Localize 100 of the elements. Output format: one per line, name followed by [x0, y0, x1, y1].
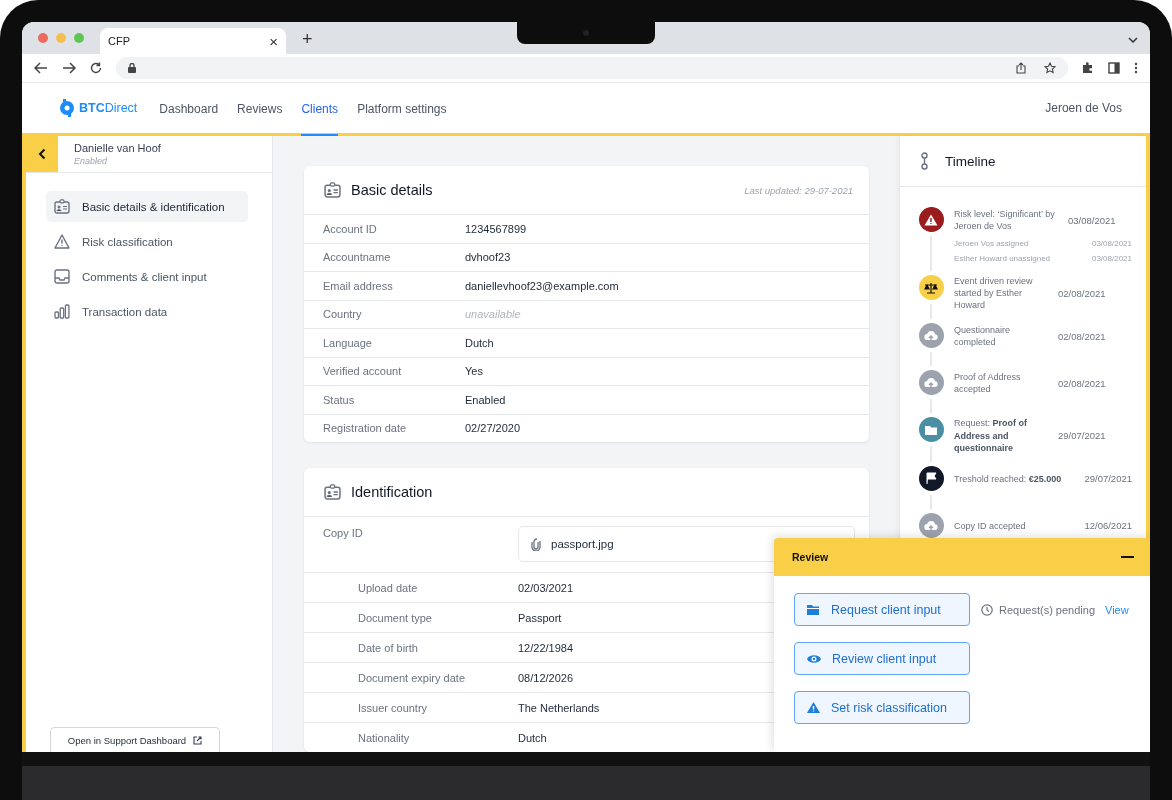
- event-text: Treshold reached: €25.000: [954, 472, 1063, 485]
- field-value: Dutch: [518, 731, 547, 744]
- tab-title: CFP: [108, 35, 130, 47]
- sidebar-item[interactable]: Basic details & identification: [46, 191, 248, 222]
- browser-tab[interactable]: CFP ×: [100, 28, 286, 54]
- field-label: Country: [323, 308, 363, 321]
- sidebar-item[interactable]: Comments & client input: [46, 261, 248, 292]
- event-date: 02/08/2021: [1058, 330, 1106, 342]
- side-panel-icon[interactable]: [1108, 62, 1120, 74]
- lock-icon: [128, 63, 136, 73]
- review-action-button[interactable]: Review client input: [794, 642, 970, 675]
- timeline-icon: [920, 152, 929, 170]
- id-card-icon: [54, 199, 70, 214]
- share-icon[interactable]: [1016, 62, 1026, 74]
- sidebar-item-label: Risk classification: [82, 235, 173, 248]
- warning-icon: [807, 702, 820, 713]
- menu-icon[interactable]: [1134, 62, 1138, 74]
- sidebar-item-label: Transaction data: [82, 305, 168, 318]
- reload-icon[interactable]: [90, 62, 102, 74]
- client-status: Enabled: [74, 156, 109, 166]
- field-value: daniellevhoof23@example.com: [465, 279, 619, 292]
- new-tab-button[interactable]: +: [302, 29, 313, 50]
- event-date: 03/08/2021: [1068, 214, 1116, 226]
- field-label: Email address: [323, 279, 394, 292]
- card-title: Basic details: [351, 182, 433, 198]
- field-value: unavailable: [465, 308, 521, 321]
- logo-icon: [58, 98, 76, 118]
- event-date: 12/06/2021: [1084, 520, 1132, 532]
- clock-icon: [981, 603, 993, 616]
- folder-icon: [807, 604, 820, 615]
- event-text: Proof of Address accepted: [954, 371, 1022, 396]
- field-label: Date of birth: [358, 641, 419, 654]
- event-date: 29/07/2021: [1084, 473, 1132, 485]
- review-action-button[interactable]: Request client input: [794, 593, 970, 626]
- event-date: 02/08/2021: [1058, 377, 1106, 389]
- nav-tab[interactable]: Dashboard: [159, 83, 219, 136]
- field-value: 02/27/2020: [465, 422, 521, 435]
- eye-icon: [807, 653, 821, 664]
- back-button[interactable]: [26, 136, 58, 172]
- field-value: 1234567899: [465, 222, 527, 235]
- brand-name[interactable]: BTCDirect: [79, 101, 138, 115]
- field-label: Language: [323, 336, 373, 349]
- event-text: Questionnaire completed: [954, 324, 1012, 349]
- event-text: Event driven review started by Esther Howard: [954, 275, 1034, 312]
- chevron-left-icon: [38, 148, 46, 160]
- field-label: Nationality: [358, 731, 411, 744]
- event-subtext: Jeroen Vos assigned: [954, 239, 1029, 248]
- star-icon[interactable]: [1044, 62, 1056, 74]
- client-name: Danielle van Hoof: [74, 142, 161, 154]
- view-link[interactable]: View: [1105, 603, 1129, 616]
- card-title: Identification: [351, 484, 433, 500]
- event-subtext: Esther Howard unassigned: [954, 254, 1051, 263]
- field-label: Document type: [358, 611, 433, 624]
- forward-icon[interactable]: [62, 62, 76, 74]
- field-label: Copy ID: [323, 527, 364, 539]
- event-text: Copy ID accepted: [954, 519, 1027, 532]
- event-text: Request: Proof of Address and questionnaire: [954, 417, 1029, 454]
- field-value: 08/12/2026: [518, 671, 574, 684]
- field-label: Accountname: [323, 251, 392, 264]
- field-label: Document expiry date: [358, 671, 466, 684]
- bar-chart-icon: [54, 304, 70, 319]
- field-label: Status: [323, 393, 356, 406]
- review-action-button[interactable]: Set risk classification: [794, 691, 970, 724]
- nav-tab[interactable]: Platform settings: [357, 83, 447, 136]
- event-subdate: 03/08/2021: [1091, 254, 1132, 263]
- field-value: The Netherlands: [518, 701, 600, 714]
- sidebar-item-label: Basic details & identification: [82, 200, 225, 213]
- warning-icon: [54, 234, 70, 249]
- timeline-title: Timeline: [945, 153, 996, 169]
- field-value: 02/03/2021: [518, 581, 574, 594]
- event-date: 02/08/2021: [1058, 287, 1106, 299]
- field-label: Registration date: [323, 422, 408, 435]
- inbox-icon: [54, 269, 70, 284]
- event-date: 29/07/2021: [1058, 430, 1106, 442]
- field-value: Dutch: [465, 336, 494, 349]
- field-value: Enabled: [465, 393, 506, 406]
- event-text: Risk level: ‘Significant’ by Jeroen de Vos: [954, 207, 1056, 233]
- event-subdate: 03/08/2021: [1091, 239, 1132, 248]
- review-title: Review: [792, 551, 829, 563]
- field-label: Issuer country: [358, 701, 429, 714]
- user-name[interactable]: Jeroen de Vos: [1045, 83, 1122, 133]
- nav-tab[interactable]: Reviews: [237, 83, 283, 136]
- sidebar-item-label: Comments & client input: [82, 270, 207, 283]
- pending-status: Request(s) pending: [999, 603, 1095, 616]
- field-value: dvhoof23: [465, 251, 511, 264]
- field-label: Account ID: [323, 222, 378, 235]
- sidebar-item[interactable]: Transaction data: [46, 296, 248, 327]
- puzzle-icon[interactable]: [1082, 62, 1094, 74]
- field-label: Upload date: [358, 581, 419, 594]
- id-card-icon: [324, 484, 341, 500]
- sidebar-item[interactable]: Risk classification: [46, 226, 248, 257]
- id-card-icon: [324, 182, 341, 198]
- chevron-down-icon[interactable]: [1128, 37, 1138, 43]
- tab-close-button[interactable]: ×: [269, 32, 278, 50]
- paperclip-icon: [531, 537, 541, 551]
- field-value: 12/22/1984: [518, 641, 574, 654]
- field-value: Passport: [518, 611, 562, 624]
- back-icon[interactable]: [34, 62, 48, 74]
- field-label: Verified account: [323, 365, 403, 378]
- field-value: Yes: [465, 365, 483, 378]
